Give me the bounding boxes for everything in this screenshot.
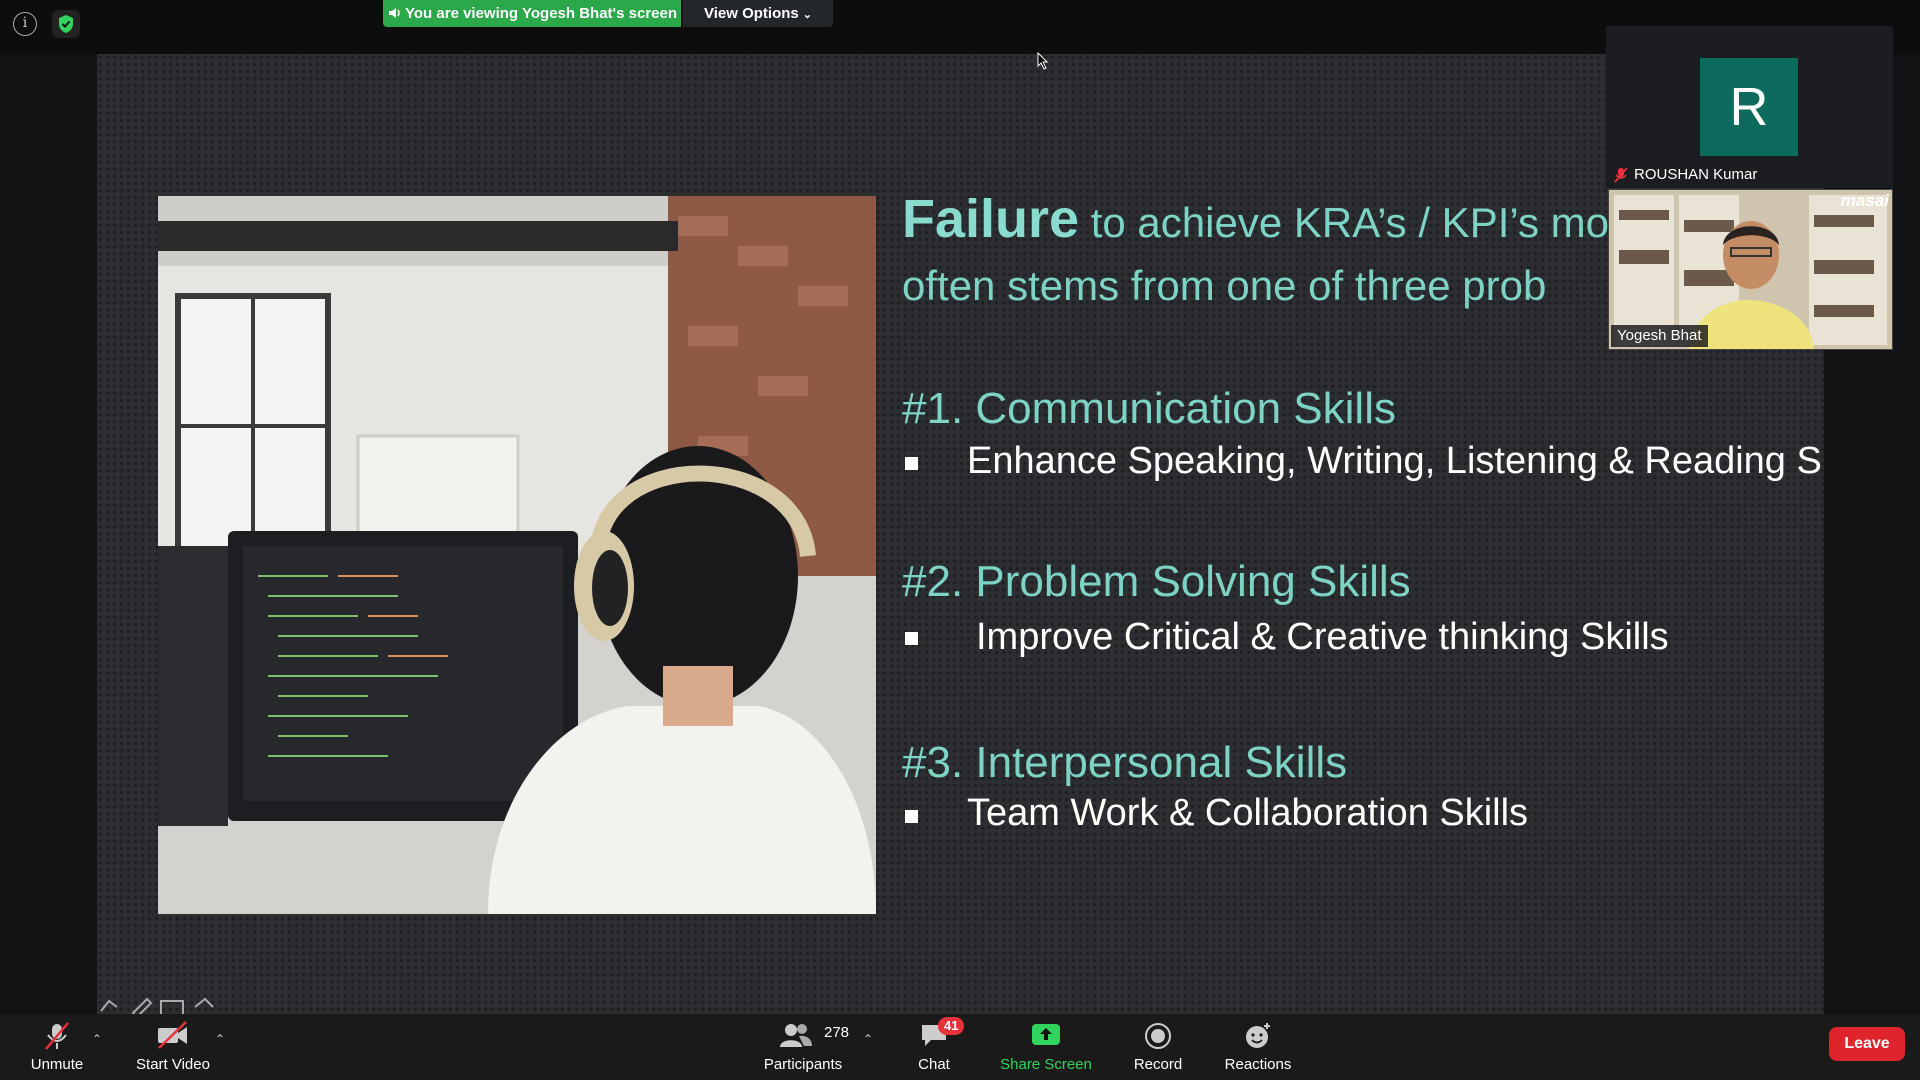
share-banner-text: You are viewing Yogesh Bhat's screen [405,5,677,22]
slide-heading: Failure to achieve KRA’s / KPI’s mo [902,188,1609,250]
screen-share-banner: You are viewing Yogesh Bhat's screen [383,0,681,27]
record-label: Record [1133,1056,1183,1073]
share-screen-icon [1032,1024,1060,1045]
reactions-icon [1246,1023,1270,1048]
skill-2-detail: Improve Critical & Creative thinking Ski… [976,616,1669,658]
muted-mic-icon [1614,167,1628,183]
chat-unread-badge: 41 [938,1017,965,1035]
heading-emphasis: Failure [902,189,1080,249]
bullet-icon [905,810,918,823]
participant-name-label: ROUSHAN Kumar [1610,164,1764,186]
record-icon [1145,1023,1171,1049]
participants-icon [779,1024,812,1047]
muted-mic-icon [45,1022,69,1050]
video-off-icon [158,1021,187,1049]
chevron-down-icon: ⌄ [802,9,812,21]
bullet-icon [905,632,918,645]
unmute-button[interactable]: Unmute [20,1014,94,1080]
start-video-label: Start Video [136,1056,210,1073]
redo-icon [194,997,214,1008]
heading-rest: to achieve KRA’s / KPI’s mo [1079,199,1609,246]
security-shield-icon[interactable] [52,10,80,38]
skill-3-title: #3. Interpersonal Skills [902,738,1348,787]
view-options-button[interactable]: View Options ⌄ [683,0,833,27]
participants-caret-icon[interactable]: ⌃ [863,1032,873,1046]
share-screen-button[interactable]: Share Screen [996,1014,1096,1080]
skill-3-detail: Team Work & Collaboration Skills [967,792,1529,834]
skill-1-detail: Enhance Speaking, Writing, Listening & R… [967,440,1824,482]
reactions-button[interactable]: Reactions [1218,1014,1298,1080]
skill-1-title: #1. Communication Skills [902,384,1396,433]
bullet-icon [905,457,918,470]
meeting-toolbar: Unmute ⌃ Start Video ⌃ Participants 278 … [0,1014,1920,1080]
skill-2-title: #2. Problem Solving Skills [902,557,1411,606]
slide-photo [158,196,876,914]
reactions-label: Reactions [1224,1056,1292,1073]
video-options-caret-icon[interactable]: ⌃ [215,1032,225,1046]
undo-icon [100,999,118,1012]
participant-tile-roushan[interactable]: R ROUSHAN Kumar [1606,26,1893,188]
info-icon[interactable]: i [13,12,37,36]
mouse-cursor-icon [1037,52,1049,70]
record-button[interactable]: Record [1122,1014,1194,1080]
unmute-label: Unmute [30,1056,84,1073]
participant-name: ROUSHAN Kumar [1634,166,1758,183]
view-options-label: View Options [704,5,799,22]
participant-tile-yogesh[interactable]: masai Yogesh Bhat [1608,189,1893,350]
shared-screen: Failure to achieve KRA’s / KPI’s mo ofte… [97,54,1824,1014]
participant-count: 278 [824,1024,850,1041]
slide-heading-line2: often stems from one of three prob [902,262,1547,309]
chat-label: Chat [918,1056,950,1073]
masai-logo: masai [1840,191,1889,210]
participants-label: Participants [763,1056,843,1073]
participant-name: Yogesh Bhat [1611,325,1708,347]
audio-options-caret-icon[interactable]: ⌃ [92,1032,102,1046]
leave-button[interactable]: Leave [1829,1027,1905,1061]
speaker-icon [389,8,400,18]
avatar: R [1700,58,1798,156]
start-video-button[interactable]: Start Video [128,1014,218,1080]
share-screen-label: Share Screen [1000,1056,1092,1073]
